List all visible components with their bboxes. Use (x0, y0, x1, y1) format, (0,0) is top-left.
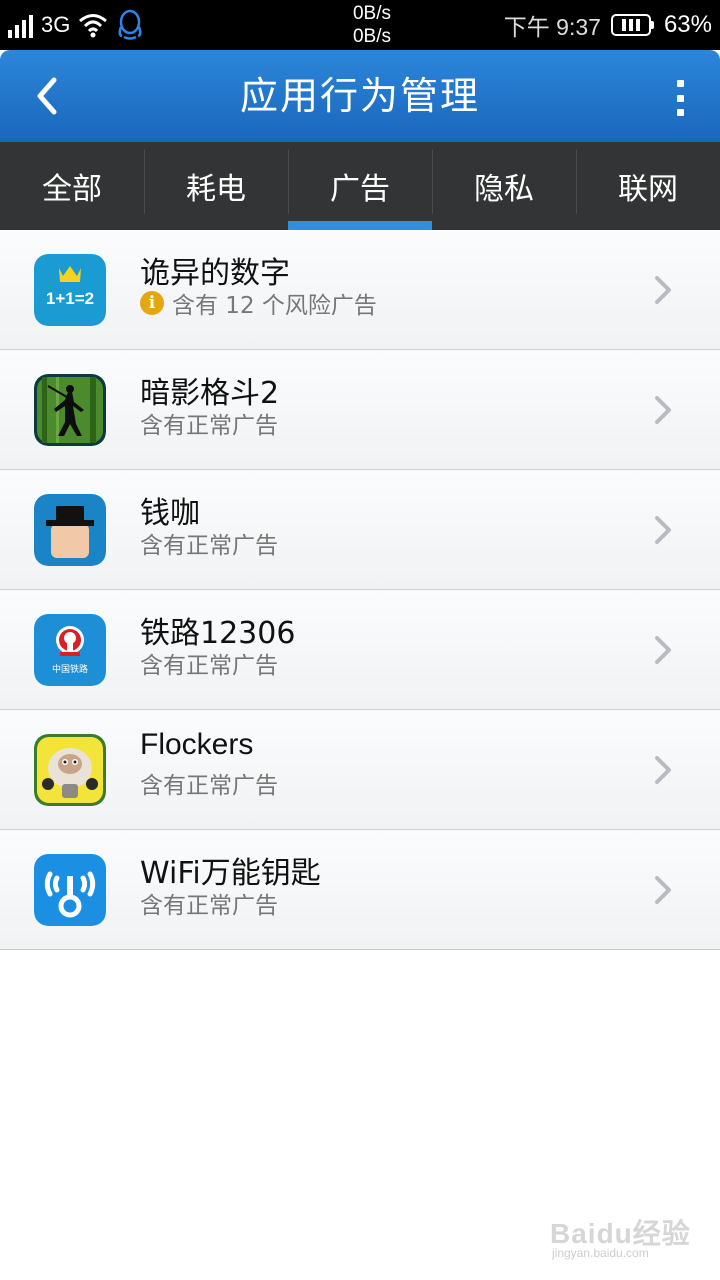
svg-text:中国铁路: 中国铁路 (52, 663, 88, 675)
app-ad-status: 含有正常广告 (140, 526, 278, 560)
network-speed: 0B/s 0B/s (330, 2, 414, 48)
list-item[interactable]: 暗影格斗2 含有正常广告 (0, 350, 720, 470)
speed-down: 0B/s (352, 26, 392, 47)
railway-icon: 中国铁路 (34, 614, 106, 686)
flockers-sheep-icon (34, 734, 106, 806)
chevron-right-icon (655, 516, 671, 544)
warning-info-icon: i (140, 291, 164, 315)
app-header: 应用行为管理 (0, 50, 720, 142)
list-item[interactable]: 中国铁路 铁路12306 含有正常广告 (0, 590, 720, 710)
app-ad-status: 含有正常广告 (140, 886, 278, 920)
chevron-right-icon (655, 876, 671, 904)
list-item[interactable]: WiFi万能钥匙 含有正常广告 (0, 830, 720, 950)
baidu-watermark: Baidu经验 jingyan.baidu.com (550, 1212, 700, 1267)
tab-bar: 全部 耗电 广告 隐私 联网 (0, 142, 720, 230)
qq-icon (118, 9, 142, 40)
clock: 下午 9:37 (503, 14, 601, 40)
tab-ads[interactable]: 广告 (288, 142, 432, 230)
app-ad-status: 含有正常广告 (140, 766, 278, 800)
chevron-right-icon (655, 636, 671, 664)
more-vertical-icon (676, 80, 684, 87)
app-ad-status: 含有正常广告 (140, 406, 278, 440)
app-ad-desc: 含有正常广告 (140, 773, 278, 799)
shadow-fight-icon (34, 374, 106, 446)
tab-network[interactable]: 联网 (576, 142, 720, 230)
app-ad-desc: 含有正常广告 (140, 653, 278, 679)
status-bar: 3G 0B/s 0B/s 下午 9:37 63% (0, 0, 720, 50)
app-ad-desc: 含有 12 个风险广告 (172, 293, 377, 319)
back-chevron-icon (37, 77, 57, 115)
qianka-icon (34, 494, 106, 566)
wifi-icon (79, 14, 108, 38)
list-item[interactable]: 钱咖 含有正常广告 (0, 470, 720, 590)
network-type: 3G (41, 12, 71, 37)
battery-percent: 63% (663, 11, 712, 38)
chevron-right-icon (655, 276, 671, 304)
list-item[interactable]: Flockers 含有正常广告 (0, 710, 720, 830)
app-ad-status: i 含有 12 个风险广告 (140, 286, 377, 320)
app-list: 1+1=2 诡异的数字 i 含有 12 个风险广告 暗影格斗2 含有正常广告 钱… (0, 230, 720, 950)
speed-up: 0B/s (352, 3, 392, 24)
app-ad-desc: 含有正常广告 (140, 413, 278, 439)
chevron-right-icon (655, 396, 671, 424)
tab-privacy[interactable]: 隐私 (432, 142, 576, 230)
app-name: Flockers (140, 728, 254, 761)
app-ad-desc: 含有正常广告 (140, 893, 278, 919)
wifi-key-icon (34, 854, 106, 926)
app-ad-desc: 含有正常广告 (140, 533, 278, 559)
back-button[interactable] (22, 70, 72, 122)
tab-all[interactable]: 全部 (0, 142, 144, 230)
svg-text:1+1=2: 1+1=2 (46, 289, 94, 308)
chevron-right-icon (655, 756, 671, 784)
tab-power[interactable]: 耗电 (144, 142, 288, 230)
signal-icon (8, 12, 33, 38)
battery-icon (610, 14, 654, 36)
app-ad-status: 含有正常广告 (140, 646, 278, 680)
math-game-icon: 1+1=2 (34, 254, 106, 326)
page-title: 应用行为管理 (239, 74, 480, 118)
list-item[interactable]: 1+1=2 诡异的数字 i 含有 12 个风险广告 (0, 230, 720, 350)
more-menu-button[interactable] (670, 80, 690, 116)
watermark-url: jingyan.baidu.com (552, 1246, 649, 1260)
